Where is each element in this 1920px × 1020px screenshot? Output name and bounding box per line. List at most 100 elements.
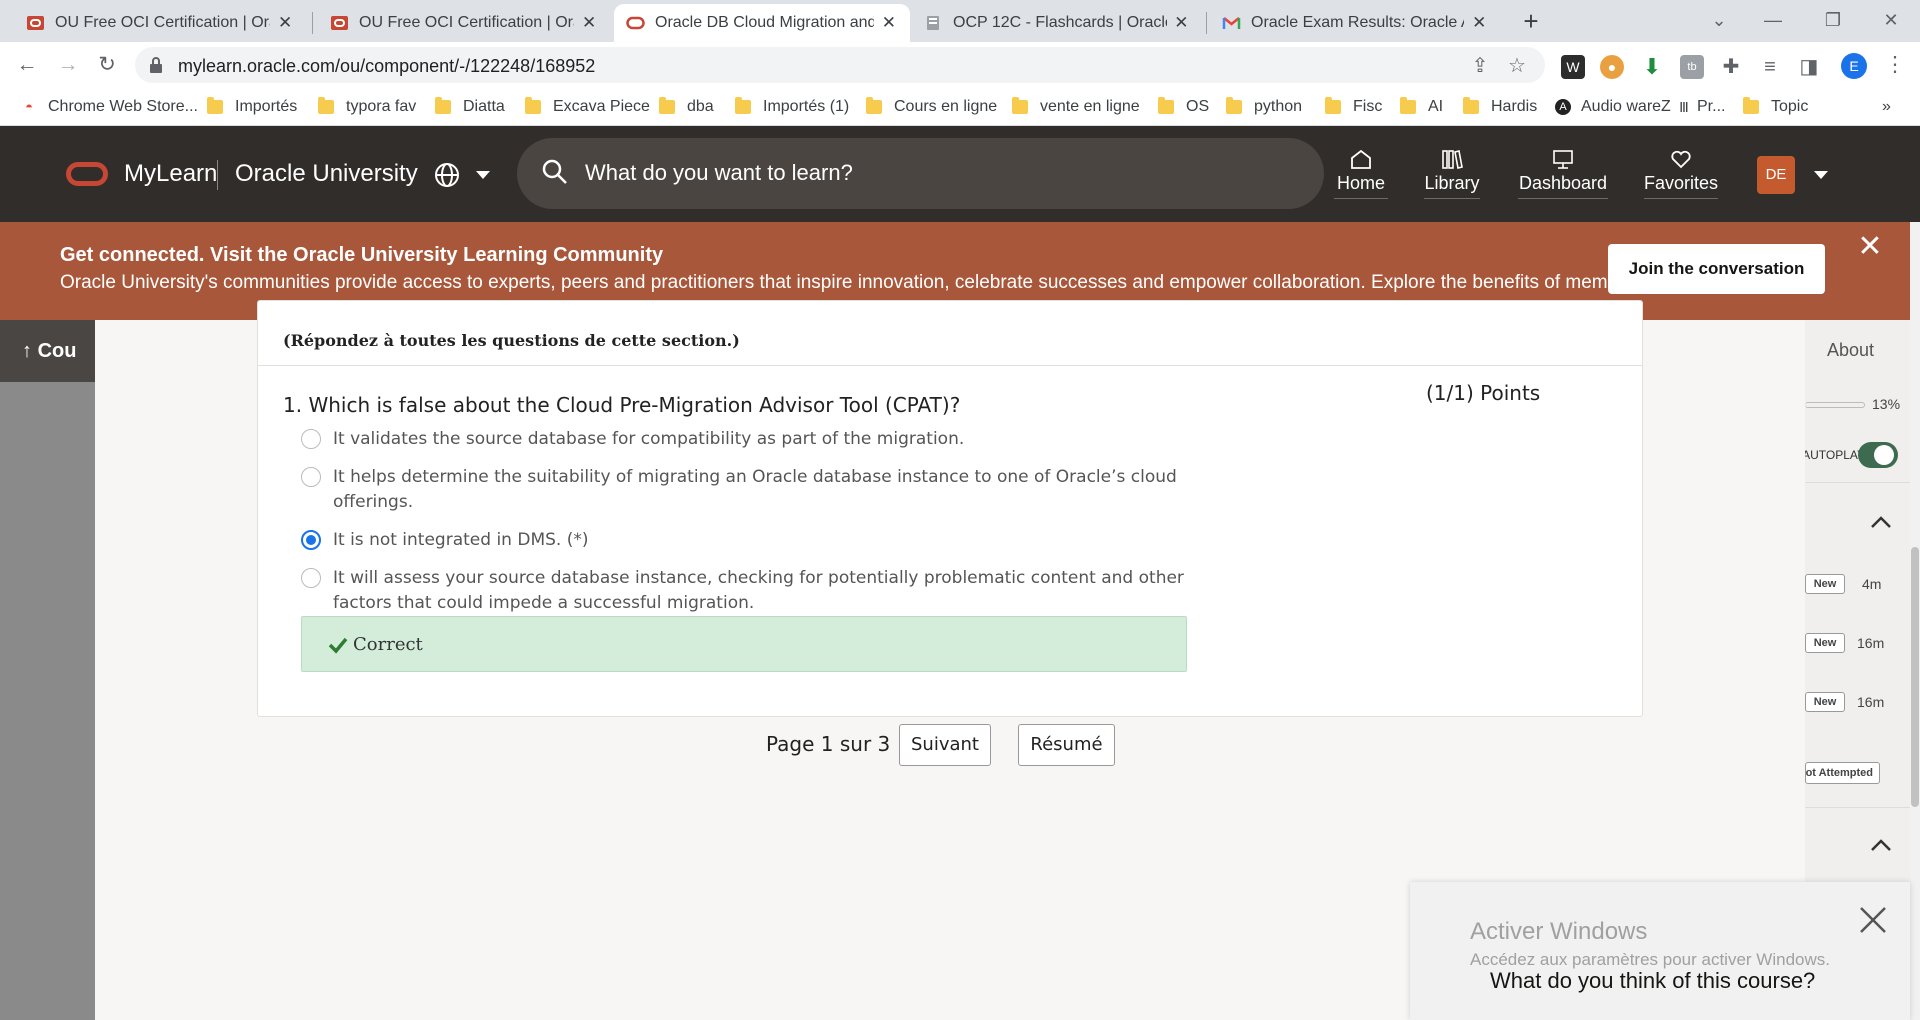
profile-avatar[interactable]: E (1841, 53, 1867, 79)
answer-option[interactable]: It validates the source database for com… (301, 427, 1201, 452)
restore-button[interactable]: ❐ (1800, 0, 1866, 40)
answer-option-selected[interactable]: It is not integrated in DMS. (*) (301, 528, 1201, 553)
bookmark-item[interactable]: Topic (1743, 96, 1808, 118)
window-close-button[interactable]: ✕ (1858, 0, 1920, 40)
scrollbar-thumb[interactable] (1911, 547, 1919, 807)
bookmark-item[interactable]: Ⅲ Pr... (1675, 96, 1725, 118)
bookmark-item[interactable]: A Audio wareZ (1555, 96, 1671, 118)
extension-w-icon[interactable]: W (1561, 55, 1585, 79)
bookmark-item[interactable]: AI (1400, 96, 1443, 118)
org-name[interactable]: Oracle University (235, 160, 418, 188)
close-icon[interactable] (1855, 902, 1891, 938)
tab-title: OCP 12C - Flashcards | Oracle DB (953, 14, 1167, 31)
quiz-card: (Répondez à toutes les questions de cett… (257, 300, 1643, 717)
bookmarks-bar: ◓ Chrome Web Store... Importés typora fav… (0, 88, 1920, 126)
folder-icon (866, 97, 882, 114)
extensions-puzzle-icon[interactable]: ✚ (1719, 55, 1743, 79)
question-text: 1. Which is false about the Cloud Pre-Mi… (283, 393, 961, 417)
tab-close-icon[interactable]: ✕ (1173, 13, 1190, 33)
summary-button[interactable]: Résumé (1018, 724, 1115, 766)
tab-about[interactable]: About (1827, 340, 1874, 361)
banner-close-icon[interactable]: ✕ (1855, 232, 1885, 262)
bookmark-item[interactable]: Fisc (1325, 96, 1382, 118)
page-scrollbar[interactable] (1910, 222, 1920, 1020)
download-extension-icon[interactable]: ⬇ (1640, 55, 1664, 79)
bookmark-label: Diatta (463, 98, 505, 115)
forward-icon[interactable]: → (53, 50, 83, 80)
chevron-up-icon[interactable] (1868, 512, 1894, 532)
side-panel-icon[interactable]: ◨ (1797, 55, 1821, 79)
user-menu-chevron-down-icon[interactable] (1814, 171, 1828, 179)
bookmark-item[interactable]: python (1226, 96, 1302, 118)
item-duration: 16m (1857, 694, 1885, 710)
bookmark-item[interactable]: Hardis (1463, 96, 1537, 118)
answer-option[interactable]: It will assess your source database inst… (301, 566, 1201, 616)
radio-button[interactable] (301, 568, 321, 588)
bookmark-item[interactable]: Importés (207, 96, 297, 118)
bookmark-item[interactable]: OS (1158, 96, 1209, 118)
dashboard-icon (1553, 150, 1573, 169)
browser-tab-5[interactable]: Oracle Exam Results: Oracle Auto ✕ (1210, 4, 1500, 42)
radio-button[interactable] (301, 467, 321, 487)
bookmark-item[interactable]: Cours en ligne (866, 96, 997, 118)
tab-close-icon[interactable]: ✕ (580, 13, 598, 33)
tab-title: Oracle DB Cloud Migration and In (655, 14, 874, 31)
browser-tab-2[interactable]: OU Free OCI Certification | Oracle ✕ (318, 4, 610, 42)
radio-button-checked[interactable] (301, 530, 321, 550)
divider (1805, 807, 1910, 808)
reload-icon[interactable]: ↻ (92, 50, 122, 80)
reading-list-icon[interactable]: ≡ (1758, 55, 1782, 79)
new-tab-button[interactable]: + (1515, 6, 1547, 38)
radio-button[interactable] (301, 429, 321, 449)
bookmark-item[interactable]: Importés (1) (735, 96, 849, 118)
minimize-button[interactable]: — (1740, 0, 1806, 40)
answer-text: It is not integrated in DMS. (*) (333, 530, 589, 550)
join-conversation-button[interactable]: Join the conversation (1608, 244, 1825, 294)
bookmark-label: Cours en ligne (894, 98, 998, 115)
folder-icon (1743, 97, 1759, 114)
oracle-logo-icon[interactable] (66, 162, 108, 186)
nav-label: Home (1334, 173, 1388, 199)
bookmark-item[interactable]: Diatta (435, 96, 505, 118)
next-button[interactable]: Suivant (899, 724, 991, 766)
share-icon[interactable]: ⇪ (1468, 53, 1492, 77)
user-avatar[interactable]: DE (1757, 156, 1795, 194)
extension-tb-icon[interactable]: tb (1680, 55, 1704, 79)
search-input[interactable]: What do you want to learn? (517, 138, 1324, 209)
bookmark-item[interactable]: ◓ Chrome Web Store... (20, 96, 198, 118)
nav-library[interactable]: Library (1424, 148, 1480, 208)
checkmark-icon (328, 637, 348, 654)
browser-tab-active[interactable]: Oracle DB Cloud Migration and In ✕ (614, 4, 910, 42)
brand-name[interactable]: MyLearn (124, 160, 217, 188)
question-points: (1/1) Points (1426, 381, 1541, 405)
item-duration: 4m (1862, 576, 1882, 592)
answer-option[interactable]: It helps determine the suitability of mi… (301, 465, 1201, 515)
bookmark-item[interactable]: typora fav (318, 96, 416, 118)
browser-tab-4[interactable]: OCP 12C - Flashcards | Oracle DB ✕ (912, 4, 1202, 42)
address-bar[interactable]: mylearn.oracle.com/ou/component/-/122248… (135, 47, 1545, 83)
nav-home[interactable]: Home (1334, 148, 1388, 208)
folder-icon (1012, 97, 1028, 114)
browser-tab-1[interactable]: OU Free OCI Certification | Oracle ✕ (14, 4, 306, 42)
globe-icon[interactable] (434, 162, 460, 188)
nav-favorites[interactable]: Favorites (1644, 148, 1718, 208)
tab-close-icon[interactable]: ✕ (880, 13, 898, 33)
tab-title: OU Free OCI Certification | Oracle (359, 14, 574, 31)
tab-close-icon[interactable]: ✕ (276, 13, 294, 33)
bookmark-item[interactable]: vente en ligne (1012, 96, 1140, 118)
autoplay-toggle[interactable] (1858, 442, 1898, 468)
bookmark-item[interactable]: dba (659, 96, 714, 118)
bookmarks-overflow-button[interactable]: » (1882, 96, 1891, 118)
chrome-menu-icon[interactable]: ⋮ (1880, 50, 1910, 80)
language-chevron-down-icon[interactable] (476, 171, 490, 179)
bookmark-item[interactable]: Excava Piece (525, 96, 650, 118)
bookmark-star-icon[interactable]: ☆ (1505, 53, 1529, 77)
back-icon[interactable]: ← (12, 50, 42, 80)
url-text[interactable]: mylearn.oracle.com/ou/component/-/122248… (178, 56, 595, 77)
course-back-button[interactable]: ↑ Cou (0, 320, 95, 382)
nav-dashboard[interactable]: Dashboard (1518, 148, 1608, 208)
tab-close-icon[interactable]: ✕ (1470, 13, 1488, 33)
chevron-up-icon[interactable] (1868, 835, 1894, 855)
cookie-extension-icon[interactable]: ● (1600, 55, 1624, 79)
heart-icon (1671, 150, 1691, 169)
